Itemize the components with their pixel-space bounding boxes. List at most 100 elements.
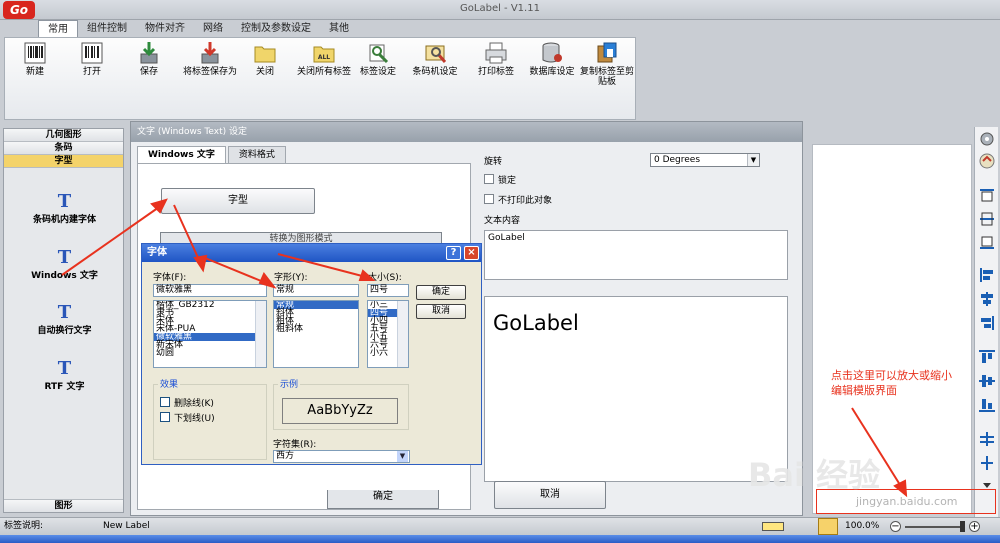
printer-settings-button[interactable]: 条码机设定 (407, 40, 463, 77)
palette-graphics-header[interactable]: 图形 (4, 499, 123, 512)
rotate-select[interactable]: 0 Degrees ▼ (650, 153, 760, 167)
palette-item-windows-text[interactable]: T Windows 文字 (4, 247, 125, 281)
align-right-icon[interactable] (978, 315, 996, 331)
space-horizontal-icon[interactable] (978, 431, 996, 447)
align-center-icon[interactable] (978, 291, 996, 307)
font-size-value: 四号 (370, 285, 389, 295)
distribute-middle-icon[interactable] (978, 373, 996, 389)
font-cancel-button[interactable]: 取消 (416, 304, 466, 319)
copy-to-clipboard-label: 复制标签至剪贴板 (579, 67, 634, 87)
help-icon[interactable]: ? (446, 246, 461, 260)
font-style-value: 常规 (276, 285, 295, 295)
tab-network[interactable]: 网络 (194, 20, 232, 37)
font-size-label: 大小(S): (368, 273, 402, 283)
align-bottom-icon[interactable] (978, 235, 996, 251)
text-dialog-ok-button[interactable]: 确定 (327, 490, 439, 509)
palette-item-rtf-text[interactable]: T RTF 文字 (4, 358, 125, 392)
windows-text-icon: T (57, 247, 72, 268)
open-button[interactable]: 打开 (64, 40, 120, 77)
font-size-list[interactable]: 小三 四号 小四 五号 小五 六号 小六 (367, 300, 409, 368)
charset-label: 字符集(R): (273, 440, 317, 450)
list-item[interactable]: 幼圆 (154, 349, 266, 358)
save-label: 保存 (139, 67, 158, 77)
ruler-icon[interactable] (762, 522, 784, 531)
rtf-text-label: RTF 文字 (44, 382, 85, 392)
size-list-scrollbar[interactable] (397, 301, 408, 367)
palette-geometry-header[interactable]: 几何图形 (4, 129, 123, 142)
text-dialog-tabs: Windows 文字 资料格式 (137, 146, 288, 163)
palette-item-wrap-text[interactable]: T 自动换行文字 (4, 302, 125, 336)
page-view-icon[interactable] (818, 518, 838, 535)
tab-control-params[interactable]: 控制及参数设定 (232, 20, 320, 37)
database-settings-label: 数据库设定 (529, 67, 575, 77)
gear-icon[interactable] (978, 131, 996, 147)
save-button[interactable]: 保存 (121, 40, 177, 77)
annotation-line-1: 点击这里可以放大或缩小 (831, 369, 952, 382)
strikeout-checkbox[interactable] (160, 397, 170, 407)
font-ok-button[interactable]: 确定 (416, 285, 466, 300)
align-middle-icon[interactable] (978, 211, 996, 227)
text-preview: GoLabel (484, 296, 788, 482)
print-button[interactable]: 打印标签 (468, 40, 524, 77)
new-button[interactable]: 新建 (7, 40, 63, 77)
content-label: 文本内容 (484, 216, 521, 226)
space-vertical-icon[interactable] (978, 455, 996, 471)
align-left-icon[interactable] (978, 267, 996, 283)
font-name-list[interactable]: 楷体_GB2312 隶书 宋体 宋体-PUA 微软雅黑 新宋体 幼圆 (153, 300, 267, 368)
lock-checkbox[interactable] (484, 174, 494, 184)
rtf-text-icon: T (57, 358, 72, 379)
annotation-line-2: 编辑模版界面 (831, 384, 897, 397)
close-icon[interactable]: × (464, 246, 479, 260)
no-print-checkbox[interactable] (484, 194, 494, 204)
tab-common[interactable]: 常用 (38, 20, 78, 37)
windows-taskbar (0, 535, 1000, 543)
folder-all-icon: ALL (313, 46, 335, 63)
copy-to-clipboard-button[interactable]: 复制标签至剪贴板 (578, 40, 636, 87)
font-button[interactable]: 字型 (161, 188, 315, 214)
tab-data-format[interactable]: 资料格式 (227, 146, 286, 163)
label-description-label: 标签说明: (4, 521, 44, 531)
palette-font-header[interactable]: 字型 (4, 155, 123, 168)
rotate-value: 0 Degrees (654, 155, 701, 165)
rotate-90-icon[interactable] (978, 153, 996, 169)
object-palette: 几何图形 条码 字型 T 条码机内建字体 T Windows 文字 T 自动换行… (3, 128, 124, 513)
font-list-scrollbar[interactable] (255, 301, 266, 367)
builtin-font-label: 条码机内建字体 (32, 215, 96, 225)
font-dialog-title: 字体 (147, 247, 167, 258)
save-as-button[interactable]: 将标签保存为 (180, 40, 240, 77)
new-label: 新建 (25, 67, 44, 77)
content-textarea[interactable]: GoLabel (484, 230, 788, 280)
zoom-out-icon[interactable]: − (890, 521, 901, 532)
font-style-list[interactable]: 常规 斜体 粗体 粗斜体 (273, 300, 359, 368)
font-name-input[interactable]: 微软雅黑 (153, 284, 267, 297)
zoom-slider-handle[interactable] (960, 521, 965, 532)
list-item[interactable]: 粗斜体 (274, 325, 358, 334)
distribute-top-icon[interactable] (978, 349, 996, 365)
text-dialog-cancel-button[interactable]: 取消 (494, 481, 606, 509)
font-size-input[interactable]: 四号 (367, 284, 409, 297)
rotate-label: 旋转 (484, 157, 503, 167)
tab-other[interactable]: 其他 (320, 20, 358, 37)
sample-title: 示例 (278, 377, 301, 390)
close-all-button[interactable]: ALL 关闭所有标签 (294, 40, 354, 77)
preview-text: GoLabel (493, 311, 579, 335)
close-label: 关闭 (255, 67, 274, 77)
close-button[interactable]: 关闭 (237, 40, 293, 77)
tab-windows-text[interactable]: Windows 文字 (137, 146, 226, 163)
database-settings-button[interactable]: 数据库设定 (522, 40, 582, 77)
charset-select[interactable]: 西方 ▼ (273, 450, 410, 463)
zoom-slider-track[interactable] (905, 526, 965, 528)
font-style-input[interactable]: 常规 (273, 284, 359, 297)
palette-barcode-header[interactable]: 条码 (4, 142, 123, 155)
label-settings-label: 标签设定 (359, 67, 396, 77)
print-icon (485, 42, 507, 64)
distribute-bottom-icon[interactable] (978, 397, 996, 413)
align-top-icon[interactable] (978, 187, 996, 203)
tab-component-control[interactable]: 组件控制 (78, 20, 136, 37)
label-settings-button[interactable]: 标签设定 (350, 40, 406, 77)
palette-item-builtin-font[interactable]: T 条码机内建字体 (4, 191, 125, 225)
wrap-text-icon: T (57, 302, 72, 323)
tab-object-align[interactable]: 物件对齐 (136, 20, 194, 37)
zoom-in-icon[interactable]: + (969, 521, 980, 532)
underline-checkbox[interactable] (160, 412, 170, 422)
